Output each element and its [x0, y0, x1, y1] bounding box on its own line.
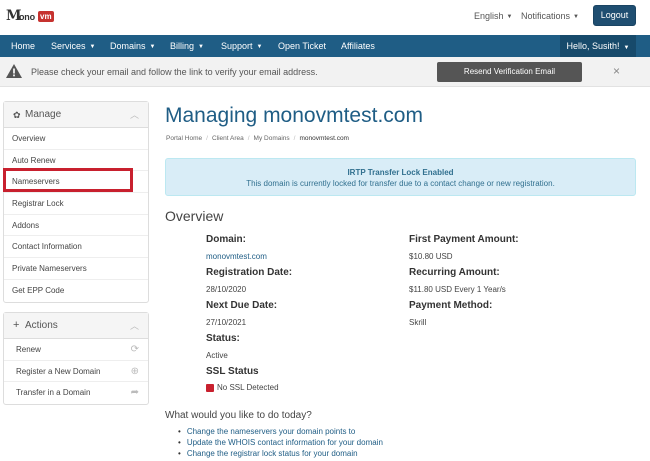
globe-icon: ⊕: [130, 365, 139, 377]
nav-support-label: Support: [221, 41, 253, 51]
logo-badge: vm: [38, 11, 54, 22]
recurring-amount-value: $11.80 USD Every 1 Year/s: [409, 285, 506, 294]
sidebar-item-private-nameservers[interactable]: Private Nameservers: [4, 258, 148, 280]
lock-icon: [206, 383, 214, 392]
sidebar-item-contact-information[interactable]: Contact Information: [4, 236, 148, 259]
language-dropdown[interactable]: English ▼: [474, 11, 512, 21]
warning-icon: [6, 64, 22, 78]
todo-link-label: Update the WHOIS contact information for…: [186, 438, 383, 447]
payment-method-value: Skrill: [409, 318, 427, 327]
breadcrumb: Portal Home / Client Area / My Domains / monov…: [166, 135, 349, 142]
notifications-label: Notifications: [521, 11, 571, 21]
action-transfer-label: Transfer in a Domain: [16, 388, 91, 397]
user-menu-label: Hello, Susith!: [566, 41, 620, 51]
action-register-domain[interactable]: Register a New Domain ⊕: [4, 361, 148, 382]
first-payment-label: First Payment Amount:: [409, 234, 519, 245]
actions-panel-title: Actions: [25, 320, 58, 331]
notifications-dropdown[interactable]: Notifications ▼: [521, 11, 579, 21]
action-register-label: Register a New Domain: [16, 366, 101, 376]
gear-icon: ✿: [13, 110, 21, 120]
bullet: •: [178, 449, 181, 458]
nameservers-highlight: [3, 168, 133, 192]
nav-domains-label: Domains: [110, 41, 146, 51]
todo-link-label: Change the registrar lock status for you…: [186, 449, 358, 458]
nav-services-label: Services: [51, 41, 86, 51]
nav-home[interactable]: Home: [11, 35, 35, 57]
breadcrumb-current: monovmtest.com: [299, 135, 349, 142]
bullet: •: [178, 438, 181, 447]
domain-value[interactable]: monovmtest.com: [206, 252, 267, 261]
info-title: IRTP Transfer Lock Enabled: [347, 168, 454, 177]
top-header: M ono vm English ▼ Notifications ▼ Logout: [0, 0, 650, 35]
registration-date-value: 28/10/2020: [206, 285, 247, 294]
next-due-date-value: 27/10/2021: [206, 318, 247, 327]
language-label: English: [474, 11, 504, 21]
chevron-down-icon: ▼: [506, 13, 513, 20]
actions-panel-header[interactable]: + Actions ︿: [4, 313, 148, 339]
logo-text: ono: [19, 12, 35, 22]
ssl-status-value: No SSL Detected: [217, 383, 279, 392]
irtp-info-alert: IRTP Transfer Lock Enabled This domain i…: [165, 158, 636, 196]
sidebar-item-overview[interactable]: Overview: [4, 128, 148, 150]
manage-panel-title: Manage: [25, 109, 62, 120]
todo-link-registrar-lock[interactable]: • Change the registrar lock status for yo…: [178, 449, 358, 458]
resend-verification-button[interactable]: Resend Verification Email: [437, 62, 582, 82]
next-due-date-label: Next Due Date:: [206, 300, 278, 311]
action-renew-label: Renew: [16, 345, 41, 354]
chevron-down-icon: ▼: [89, 43, 96, 50]
first-payment-value: $10.80 USD: [409, 252, 453, 261]
breadcrumb-client-area[interactable]: Client Area: [212, 135, 244, 142]
chevron-down-icon: ▼: [256, 43, 263, 50]
action-renew[interactable]: Renew ⟳: [4, 339, 148, 361]
domain-label: Domain:: [206, 234, 246, 245]
close-icon[interactable]: ×: [613, 64, 620, 78]
alert-message: Please check your email and follow the l…: [31, 67, 318, 77]
share-icon: ➦: [130, 387, 139, 398]
bullet: •: [178, 427, 181, 436]
page-title: Managing monovmtest.com: [165, 104, 423, 127]
nav-billing-label: Billing: [170, 41, 195, 51]
recurring-amount-label: Recurring Amount:: [409, 267, 500, 278]
nav-billing[interactable]: Billing ▼: [170, 35, 204, 57]
plus-icon: +: [13, 319, 20, 331]
nav-open-ticket[interactable]: Open Ticket: [278, 35, 326, 57]
sidebar-item-registrar-lock[interactable]: Registrar Lock: [4, 193, 148, 215]
nav-support[interactable]: Support ▼: [221, 35, 262, 57]
manage-panel-header[interactable]: ✿ Manage ︿: [4, 102, 148, 128]
todo-question: What would you like to do today?: [165, 410, 312, 421]
chevron-down-icon: ▼: [149, 43, 156, 50]
todo-link-whois[interactable]: • Update the WHOIS contact information fo…: [178, 438, 383, 447]
chevron-down-icon: ▼: [573, 13, 579, 20]
main-navbar: Home Services ▼ Domains ▼ Billing ▼ Support…: [0, 35, 650, 57]
nav-affiliates[interactable]: Affiliates: [341, 35, 375, 57]
action-transfer-domain[interactable]: Transfer in a Domain ➦: [4, 382, 148, 404]
ssl-status-label: SSL Status: [206, 366, 259, 377]
sidebar-item-get-epp-code[interactable]: Get EPP Code: [4, 280, 148, 302]
chevron-up-icon[interactable]: ︿: [130, 319, 139, 332]
refresh-icon: ⟳: [130, 344, 139, 355]
status-value: Active: [206, 351, 228, 360]
manage-panel: ✿ Manage ︿ Overview Auto Renew Nameserve…: [3, 101, 149, 303]
chevron-down-icon: ▼: [198, 43, 204, 50]
todo-link-label: Change the nameservers your domain point…: [186, 427, 356, 436]
logout-button[interactable]: Logout: [593, 5, 636, 26]
actions-panel: + Actions ︿ Renew ⟳ Register a New Domai…: [3, 312, 149, 405]
breadcrumb-my-domains[interactable]: My Domains: [254, 135, 290, 142]
overview-heading: Overview: [165, 208, 224, 224]
todo-link-nameservers[interactable]: • Change the nameservers your domain poin…: [178, 427, 355, 436]
user-menu[interactable]: Hello, Susith! ▼: [560, 35, 636, 57]
payment-method-label: Payment Method:: [409, 300, 493, 311]
status-label: Status:: [206, 333, 240, 344]
monovm-logo[interactable]: M ono vm: [6, 8, 56, 26]
nav-domains[interactable]: Domains ▼: [110, 35, 155, 57]
chevron-down-icon: ▼: [623, 45, 630, 51]
sidebar-item-addons[interactable]: Addons: [4, 215, 148, 237]
nav-services[interactable]: Services ▼: [51, 35, 95, 57]
info-text: This domain is currently locked for tran…: [246, 179, 555, 188]
ssl-status: No SSL Detected: [206, 383, 279, 392]
chevron-up-icon[interactable]: ︿: [130, 108, 139, 121]
verification-alert: Please check your email and follow the l…: [0, 57, 650, 87]
breadcrumb-portal-home[interactable]: Portal Home: [166, 135, 202, 142]
registration-date-label: Registration Date:: [206, 267, 293, 278]
